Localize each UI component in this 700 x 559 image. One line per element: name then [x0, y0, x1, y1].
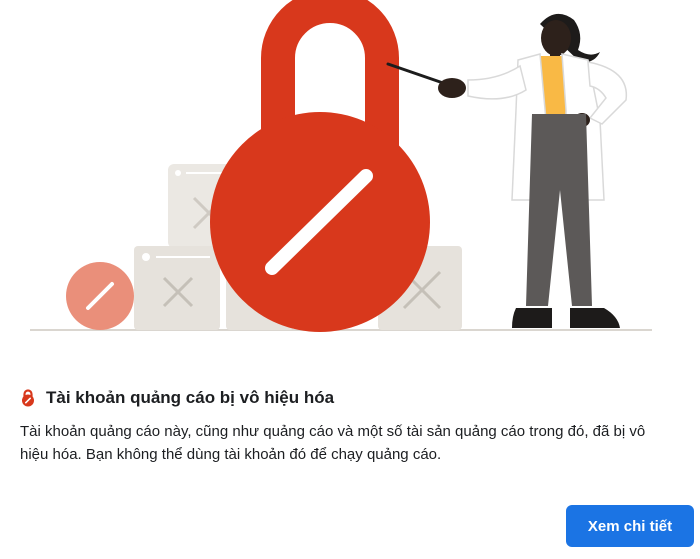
disabled-account-illustration	[30, 0, 652, 332]
large-lock-icon	[210, 0, 430, 332]
illustration	[0, 0, 700, 340]
presenter-figure	[438, 13, 628, 328]
view-details-button[interactable]: Xem chi tiết	[566, 505, 694, 547]
crate-left-icon	[134, 246, 220, 330]
notice-title: Tài khoản quảng cáo bị vô hiệu hóa	[46, 388, 335, 407]
notice-heading: Tài khoản quảng cáo bị vô hiệu hóa	[20, 388, 680, 408]
notice-description: Tài khoản quảng cáo này, cũng như quảng …	[20, 423, 646, 463]
lock-icon	[22, 389, 34, 407]
disabled-account-notice: Tài khoản quảng cáo bị vô hiệu hóa Tài k…	[20, 388, 680, 466]
small-disabled-badge-icon	[66, 262, 134, 330]
